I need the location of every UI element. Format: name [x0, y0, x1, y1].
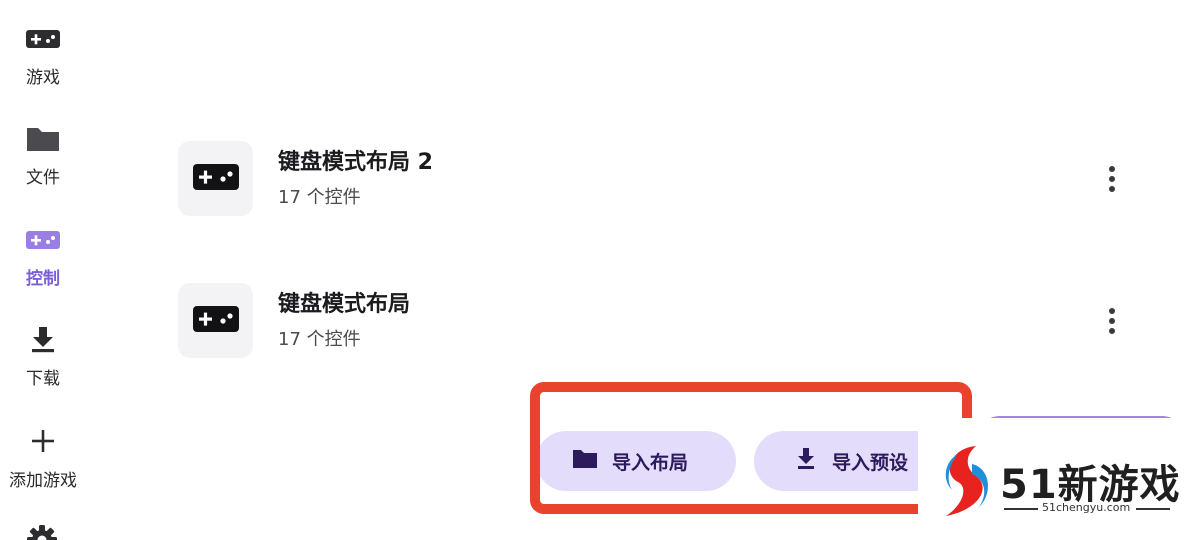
more-vert-icon — [1109, 166, 1115, 172]
nav-label-files: 文件 — [26, 168, 60, 188]
nav-item-controls[interactable]: 控制 — [0, 226, 86, 289]
layout-control-count: 17 个控件 — [278, 329, 361, 350]
download-icon — [25, 326, 61, 354]
import-layout-label: 导入布局 — [612, 451, 689, 474]
gamepad-icon — [25, 25, 61, 53]
layout-title: 键盘模式布局 2 — [278, 150, 433, 175]
nav-label-controls: 控制 — [26, 269, 60, 289]
import-layout-button[interactable]: 导入布局 — [536, 431, 736, 491]
more-options-button[interactable] — [1096, 161, 1128, 197]
nav-label-downloads: 下载 — [26, 369, 60, 389]
layout-row[interactable]: 键盘模式布局 17 个控件 — [178, 283, 1138, 359]
watermark-line-right — [1136, 508, 1170, 510]
nav-item-games[interactable]: 游戏 — [0, 25, 86, 88]
nav-label-games: 游戏 — [26, 68, 60, 88]
watermark-url: 51chengyu.com — [1042, 501, 1131, 514]
folder-icon — [572, 448, 598, 474]
folder-icon — [25, 125, 61, 153]
gamepad-icon — [25, 226, 61, 254]
gamepad-icon — [192, 163, 239, 195]
nav-label-add-game: 添加游戏 — [9, 471, 77, 491]
layout-thumbnail — [178, 283, 253, 358]
more-options-button[interactable] — [1096, 303, 1128, 339]
layout-title: 键盘模式布局 — [278, 292, 411, 317]
more-vert-icon — [1109, 308, 1115, 314]
more-vert-icon-dot — [1109, 318, 1115, 324]
plus-icon — [25, 427, 61, 455]
gear-icon[interactable] — [26, 524, 58, 540]
import-preset-label: 导入预设 — [832, 451, 909, 474]
more-vert-icon-dot — [1109, 328, 1115, 334]
brand-logo-icon — [938, 444, 994, 522]
navigation-rail: 游戏 文件 控制 下载 添加游戏 — [0, 0, 86, 540]
layout-thumbnail — [178, 141, 253, 216]
layout-row[interactable]: 键盘模式布局 2 17 个控件 — [178, 141, 1138, 217]
watermark-line-left — [1004, 508, 1038, 510]
gamepad-icon — [192, 305, 239, 337]
nav-item-files[interactable]: 文件 — [0, 125, 86, 188]
layout-control-count: 17 个控件 — [278, 187, 361, 208]
nav-item-downloads[interactable]: 下载 — [0, 326, 86, 389]
watermark: 51新游戏 51chengyu.com — [918, 418, 1198, 540]
download-icon — [794, 447, 818, 475]
more-vert-icon-dot — [1109, 186, 1115, 192]
nav-item-add-game[interactable]: 添加游戏 — [0, 427, 86, 491]
more-vert-icon-dot — [1109, 176, 1115, 182]
